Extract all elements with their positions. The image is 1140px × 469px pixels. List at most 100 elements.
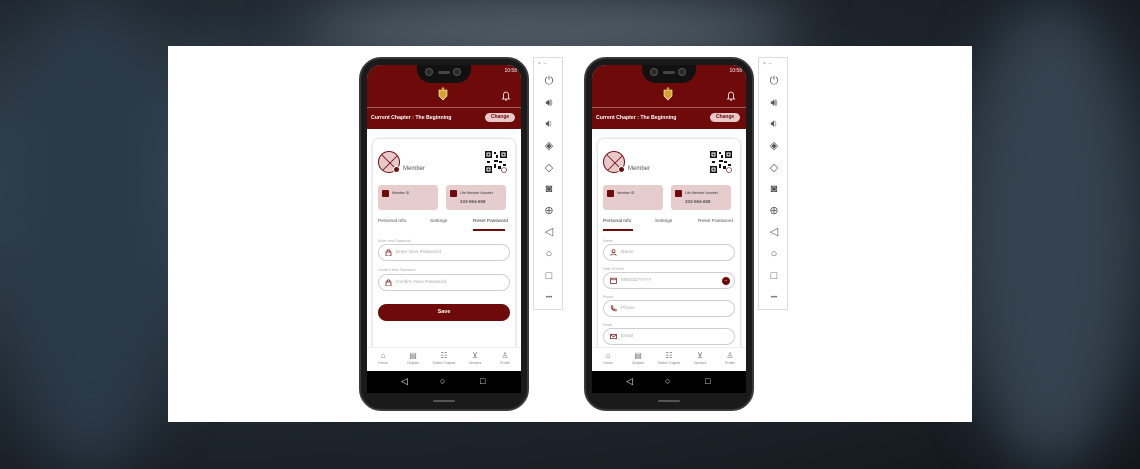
profile-icon: ♙ <box>501 351 509 360</box>
phone-field[interactable]: Phone <box>603 300 735 317</box>
edit-avatar-icon[interactable] <box>393 166 400 173</box>
nav-chapter[interactable]: ▤ Chapter <box>623 351 653 365</box>
member-id-card: Member ID <box>378 185 438 210</box>
qr-code-icon[interactable] <box>485 151 507 173</box>
volume-down-icon[interactable]: 🔉︎ <box>759 118 789 131</box>
overview-icon[interactable]: □ <box>480 375 485 387</box>
name-label: Name <box>603 239 613 243</box>
tab-reset-password[interactable]: Reset Password <box>473 219 508 224</box>
phone-screen: 10:58 Current Chapter : The Beginning Ch… <box>592 65 746 371</box>
active-tab-indicator <box>473 229 505 231</box>
tab-reset-password[interactable]: Reset Password <box>698 219 733 224</box>
overview-icon[interactable]: □ <box>534 270 564 283</box>
confirm-password-field[interactable]: Confirm New Password <box>378 274 510 291</box>
nav-label: Vendors <box>468 361 482 365</box>
back-icon[interactable]: ◁ <box>759 226 789 239</box>
overview-icon[interactable]: □ <box>759 270 789 283</box>
zoom-icon[interactable]: ⊕ <box>534 205 564 218</box>
nav-chapter[interactable]: ▤ Chapter <box>398 351 428 365</box>
minimize-icon[interactable]: – <box>544 61 547 67</box>
new-password-field[interactable]: Enter New Password <box>378 244 510 261</box>
more-icon[interactable]: ••• <box>759 292 789 305</box>
camera-icon[interactable]: ◙ <box>534 183 564 196</box>
nav-select-chapter[interactable]: ☷ Select Chapter <box>429 351 459 365</box>
volume-down-icon[interactable]: 🔉︎ <box>534 118 564 131</box>
edit-avatar-icon[interactable] <box>618 166 625 173</box>
rotate-right-icon[interactable]: ◇ <box>534 162 564 175</box>
active-tab-indicator <box>603 229 633 231</box>
tab-settings[interactable]: Settings <box>430 219 447 224</box>
tab-personal-info[interactable]: Personal Info <box>603 219 631 224</box>
back-icon[interactable]: ◁ <box>401 375 408 387</box>
bottom-nav: ⌂ Home ▤ Chapter ☷ Select Chapter ⊻ Vendors … <box>367 347 521 371</box>
nav-profile[interactable]: ♙ Profile <box>715 351 745 365</box>
nav-home[interactable]: ⌂ Home <box>368 351 398 365</box>
home-circle-icon[interactable]: ○ <box>665 375 670 387</box>
close-icon[interactable]: × <box>538 61 541 67</box>
profile-icon: ♙ <box>726 351 734 360</box>
nav-vendors[interactable]: ⊻ Vendors <box>460 351 490 365</box>
name-field[interactable]: Name <box>603 244 735 261</box>
android-nav-bar: ◁ ○ □ <box>592 371 746 393</box>
back-icon[interactable]: ◁ <box>534 226 564 239</box>
nav-home[interactable]: ⌂ Home <box>593 351 623 365</box>
email-field[interactable]: Email <box>603 328 735 345</box>
background-blur-left <box>0 0 180 469</box>
life-member-card: Life Member Number 333-564-658 <box>446 185 506 210</box>
image-card <box>168 46 972 422</box>
home-circle-icon[interactable]: ○ <box>440 375 445 387</box>
home-icon[interactable]: ○ <box>534 248 564 261</box>
dob-placeholder: MM/DD/YYYY <box>621 278 652 283</box>
nav-label: Chapter <box>406 361 420 365</box>
email-placeholder: Email <box>621 334 633 339</box>
name-placeholder: Name <box>621 250 634 255</box>
member-role: Member <box>403 166 426 172</box>
zoom-icon[interactable]: ⊕ <box>759 205 789 218</box>
nav-label: Chapter <box>631 361 645 365</box>
nav-vendors[interactable]: ⊻ Vendors <box>685 351 715 365</box>
volume-up-icon[interactable]: 🔊︎ <box>534 97 564 110</box>
mail-icon <box>610 333 617 340</box>
calendar-icon <box>610 277 617 284</box>
nav-select-chapter[interactable]: ☷ Select Chapter <box>654 351 684 365</box>
tab-settings[interactable]: Settings <box>655 219 672 224</box>
qr-code-icon[interactable] <box>710 151 732 173</box>
nav-label: Home <box>378 361 388 365</box>
dob-label: Date Of Birth <box>603 267 624 271</box>
camera-icon <box>650 68 658 76</box>
rotate-left-icon[interactable]: ◈ <box>759 140 789 153</box>
tab-personal-info[interactable]: Personal Info <box>378 219 406 224</box>
change-chapter-button[interactable]: Change <box>485 113 515 122</box>
nav-label: Select Chapter <box>657 361 681 365</box>
home-icon: ⌂ <box>605 351 611 360</box>
rotate-left-icon[interactable]: ◈ <box>534 140 564 153</box>
camera-notch <box>417 65 471 83</box>
save-button[interactable]: Save <box>378 304 510 321</box>
nav-profile[interactable]: ♙ Profile <box>490 351 520 365</box>
background-blur-right <box>960 0 1140 469</box>
rotate-right-icon[interactable]: ◇ <box>759 162 789 175</box>
home-icon[interactable]: ○ <box>759 248 789 261</box>
bell-icon[interactable] <box>726 91 736 101</box>
back-icon[interactable]: ◁ <box>626 375 633 387</box>
change-chapter-button[interactable]: Change <box>710 113 740 122</box>
power-icon[interactable]: ⏻ <box>759 75 789 88</box>
bell-icon[interactable] <box>501 91 511 101</box>
app-bar: 10:58 Current Chapter : The Beginning Ch… <box>367 65 521 129</box>
nav-label: Profile <box>500 361 510 365</box>
camera-icon[interactable]: ◙ <box>759 183 789 196</box>
emulator-toolbar: × – ⏻ 🔊︎ 🔉︎ ◈ ◇ ◙ ⊕ ◁ ○ □ ••• <box>533 57 563 310</box>
volume-up-icon[interactable]: 🔊︎ <box>759 97 789 110</box>
select-chapter-icon: ☷ <box>665 351 673 360</box>
life-member-value: 333-564-658 <box>685 199 711 204</box>
speaker-grille <box>663 71 675 74</box>
more-icon[interactable]: ••• <box>534 292 564 305</box>
power-icon[interactable]: ⏻ <box>534 75 564 88</box>
close-icon[interactable]: × <box>763 61 766 67</box>
overview-icon[interactable]: □ <box>705 375 710 387</box>
phone-chin <box>433 400 455 402</box>
date-picker-icon[interactable]: − <box>722 277 730 285</box>
dob-field[interactable]: MM/DD/YYYY − <box>603 272 735 289</box>
minimize-icon[interactable]: – <box>769 61 772 67</box>
app-bar-divider <box>592 107 746 108</box>
